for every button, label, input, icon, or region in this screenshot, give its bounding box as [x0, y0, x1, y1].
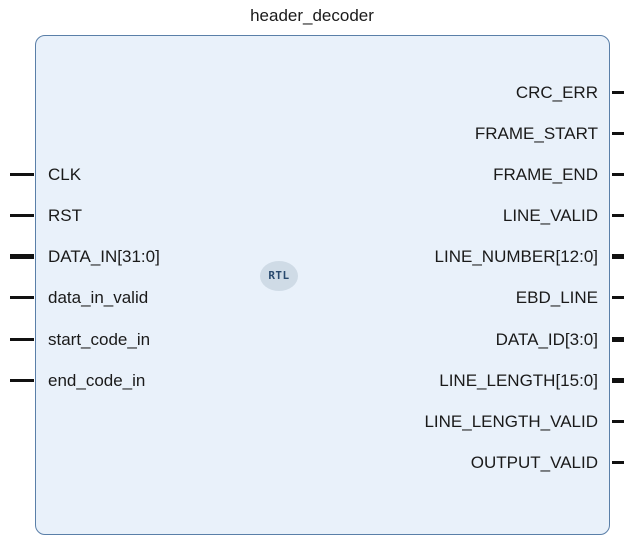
input-port-end-code-in[interactable]: end_code_in: [0, 369, 230, 393]
output-pin: [612, 173, 624, 176]
output-pin: [612, 296, 624, 299]
output-port-line-length-valid[interactable]: LINE_LENGTH_VALID: [284, 410, 624, 434]
input-port-label: RST: [48, 206, 82, 225]
output-pin: [612, 461, 624, 464]
input-port-label: data_in_valid: [48, 288, 149, 307]
output-port-line-number[interactable]: LINE_NUMBER[12:0]: [284, 245, 624, 269]
output-port-frame-end[interactable]: FRAME_END: [284, 163, 624, 187]
input-pin: [10, 214, 34, 217]
output-port-label: EBD_LINE: [515, 288, 598, 307]
output-port-data-id[interactable]: DATA_ID[3:0]: [284, 328, 624, 352]
input-port-data-in-valid[interactable]: data_in_valid: [0, 286, 230, 310]
output-bus-pin: [612, 254, 624, 259]
input-bus-pin: [10, 254, 34, 259]
input-port-label: start_code_in: [48, 330, 151, 349]
input-port-label: end_code_in: [48, 371, 146, 390]
output-pin: [612, 214, 624, 217]
output-pin: [612, 132, 624, 135]
input-pin: [10, 296, 34, 299]
output-pin: [612, 420, 624, 423]
output-bus-pin: [612, 378, 624, 383]
input-port-data-in[interactable]: DATA_IN[31:0]: [0, 245, 230, 269]
output-port-ebd-line[interactable]: EBD_LINE: [284, 286, 624, 310]
output-bus-pin: [612, 337, 624, 342]
output-port-label: FRAME_END: [493, 165, 598, 184]
output-port-output-valid[interactable]: OUTPUT_VALID: [284, 451, 624, 475]
input-pin: [10, 338, 34, 341]
output-port-line-length[interactable]: LINE_LENGTH[15:0]: [284, 369, 624, 393]
output-port-label: LINE_LENGTH_VALID: [424, 412, 598, 431]
output-port-label: LINE_NUMBER[12:0]: [434, 247, 598, 266]
input-port-label: CLK: [48, 165, 82, 184]
output-port-crc-err[interactable]: CRC_ERR: [284, 81, 624, 105]
output-port-label: DATA_ID[3:0]: [495, 330, 598, 349]
output-port-label: CRC_ERR: [515, 83, 598, 102]
output-pin: [612, 91, 624, 94]
output-port-frame-start[interactable]: FRAME_START: [284, 122, 624, 146]
input-port-rst[interactable]: RST: [0, 204, 230, 228]
input-pin: [10, 379, 34, 382]
output-port-label: OUTPUT_VALID: [470, 453, 598, 472]
output-port-label: LINE_VALID: [502, 206, 598, 225]
module-title: header_decoder: [250, 6, 374, 25]
input-port-start-code-in[interactable]: start_code_in: [0, 328, 230, 352]
input-pin: [10, 173, 34, 176]
input-port-clk[interactable]: CLK: [0, 163, 230, 187]
output-port-line-valid[interactable]: LINE_VALID: [284, 204, 624, 228]
output-port-label: LINE_LENGTH[15:0]: [439, 371, 598, 390]
input-port-label: DATA_IN[31:0]: [48, 247, 160, 266]
output-port-label: FRAME_START: [474, 124, 598, 143]
